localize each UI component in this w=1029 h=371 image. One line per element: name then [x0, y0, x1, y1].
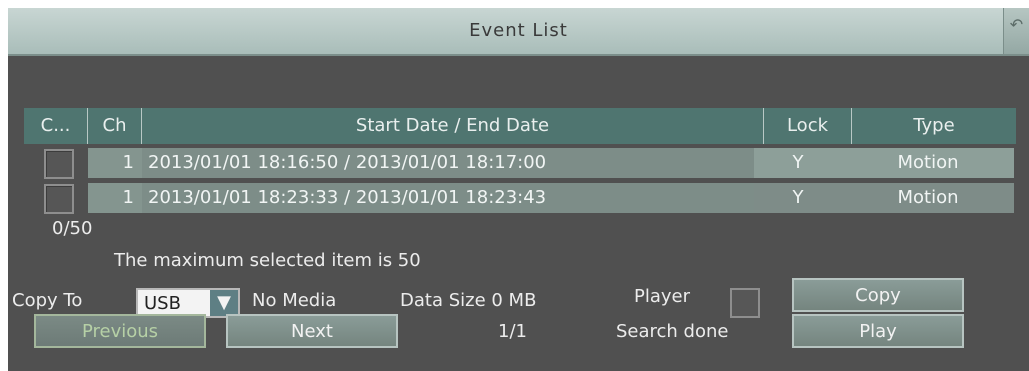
row-type: Motion [897, 152, 959, 173]
row-lock: Y [792, 152, 804, 173]
copy-device-value: USB [144, 293, 181, 314]
row-dates: 2013/01/01 18:16:50 / 2013/01/01 18:17:0… [142, 148, 754, 178]
search-status: Search done [616, 321, 729, 342]
arrow-left-icon: ↶ [1009, 15, 1024, 34]
media-status: No Media [252, 290, 337, 311]
table-row[interactable]: 1 2013/01/01 18:16:50 / 2013/01/01 18:17… [88, 148, 1014, 178]
table-row[interactable]: 1 2013/01/01 18:23:33 / 2013/01/01 18:23… [88, 183, 1014, 213]
back-button[interactable]: ↶ [1003, 8, 1029, 54]
chevron-down-icon[interactable]: ▼ [210, 290, 238, 316]
column-header-ch[interactable]: Ch [88, 108, 142, 144]
title-bar: Event List ↶ [8, 8, 1029, 56]
data-size: Data Size 0 MB [400, 290, 537, 311]
row-1-select-checkbox[interactable] [44, 149, 74, 179]
column-header-dates[interactable]: Start Date / End Date [142, 108, 764, 144]
row-channel: 1 [88, 148, 142, 178]
table-header: C... Ch Start Date / End Date Lock Type [24, 108, 1016, 144]
column-header-check[interactable]: C... [24, 108, 88, 144]
copy-button[interactable]: Copy [792, 278, 964, 312]
column-header-lock[interactable]: Lock [764, 108, 852, 144]
column-header-type[interactable]: Type [852, 108, 1016, 144]
window-title: Event List [469, 20, 568, 41]
page-indicator: 1/1 [498, 321, 527, 342]
player-checkbox[interactable] [730, 288, 760, 318]
next-button[interactable]: Next [226, 314, 398, 348]
previous-button[interactable]: Previous [34, 314, 206, 348]
row-type: Motion [897, 187, 959, 208]
row-dates: 2013/01/01 18:23:33 / 2013/01/01 18:23:4… [142, 183, 754, 213]
selection-count: 0/50 [52, 218, 93, 239]
play-button[interactable]: Play [792, 314, 964, 348]
event-list-window: Event List ↶ C... Ch Start Date / End Da… [8, 8, 1029, 371]
row-lock: Y [792, 187, 804, 208]
row-2-select-checkbox[interactable] [44, 184, 74, 214]
player-label: Player [634, 286, 691, 307]
max-selection-message: The maximum selected item is 50 [114, 250, 421, 271]
copy-to-label: Copy To [12, 290, 83, 311]
row-channel: 1 [88, 183, 142, 213]
